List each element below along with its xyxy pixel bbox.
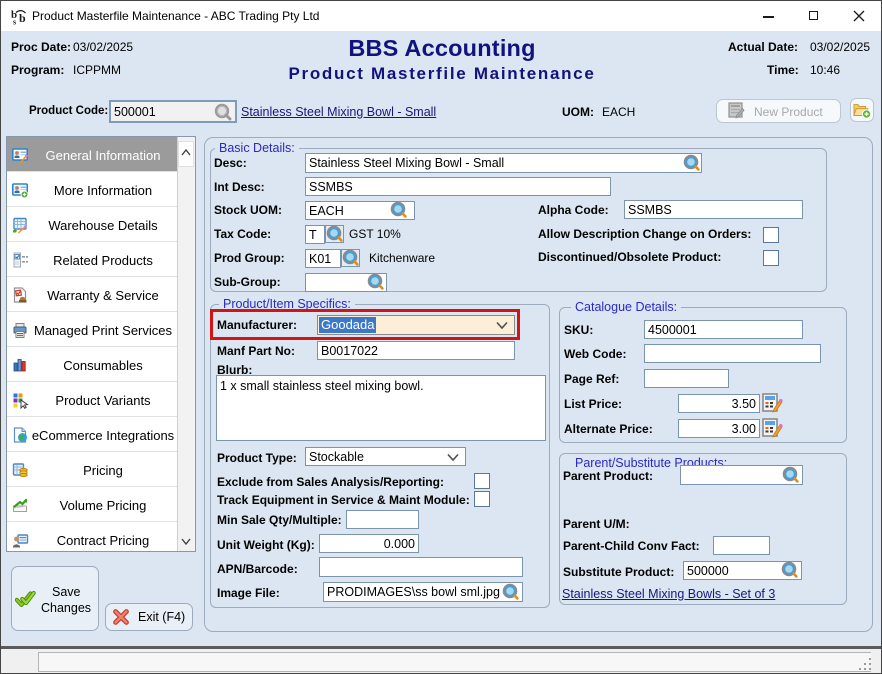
- svg-text:s: s: [13, 18, 16, 26]
